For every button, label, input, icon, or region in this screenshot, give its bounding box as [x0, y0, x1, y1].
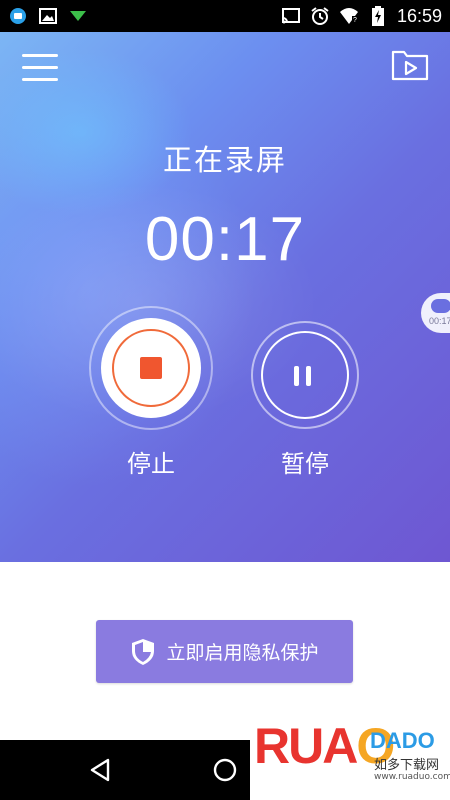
watermark-dado: DADO: [370, 728, 435, 753]
video-camera-icon: [431, 299, 450, 313]
shield-icon: [132, 638, 155, 665]
enable-privacy-label: 立即启用隐私保护: [166, 642, 319, 664]
recording-status-text: 正在录屏: [162, 143, 287, 177]
status-bar-notifications: [8, 6, 88, 26]
hamburger-menu-line: [22, 66, 58, 69]
pause-button[interactable]: [251, 321, 359, 429]
download-notification-icon: [68, 6, 88, 26]
hamburger-menu-line: [22, 78, 58, 81]
pause-icon: [294, 366, 299, 386]
status-bar: ? 16:59: [0, 0, 450, 32]
back-triangle-icon: [90, 758, 110, 782]
enable-privacy-button[interactable]: 立即启用隐私保护: [96, 620, 353, 683]
alarm-icon: [310, 6, 330, 26]
pause-label: 暂停: [281, 450, 329, 478]
image-notification-icon: [38, 6, 58, 26]
watermark-cn-text: 如多下载网: [374, 758, 440, 773]
recording-panel: 正在录屏 00:17 停止 暂停 00:17: [0, 32, 450, 562]
hamburger-menu-icon: [22, 54, 58, 57]
floating-widget-time: 00:17: [429, 316, 450, 326]
pause-icon-bar: [306, 366, 311, 386]
nav-back-button[interactable]: [86, 756, 114, 784]
svg-text:?: ?: [353, 17, 357, 24]
menu-button[interactable]: [22, 54, 58, 82]
video-folder-button[interactable]: [390, 46, 430, 82]
video-folder-icon: [391, 50, 429, 81]
pause-button-ring: [261, 331, 349, 419]
app-notification-icon: [8, 6, 28, 26]
stop-icon: [140, 357, 162, 379]
status-bar-system: ? 16:59: [281, 4, 442, 28]
stop-button[interactable]: [89, 306, 213, 430]
wifi-icon: ?: [339, 6, 359, 26]
nav-home-button[interactable]: [212, 757, 238, 783]
watermark-logo-r: RU: [254, 718, 324, 774]
stop-label: 停止: [127, 450, 175, 478]
floating-recorder-widget[interactable]: 00:17: [421, 293, 450, 333]
status-time: 16:59: [396, 6, 442, 26]
home-circle-icon: [213, 758, 237, 782]
site-watermark: RUAO DADO 如多下载网 www.ruaduo.com: [250, 716, 450, 800]
stop-button-face: [101, 318, 201, 418]
cast-icon: [281, 6, 301, 26]
watermark-logo-a: A: [322, 718, 358, 774]
battery-charging-icon: [368, 6, 388, 26]
recording-timer: 00:17: [144, 205, 306, 274]
watermark-url: www.ruaduo.com: [374, 772, 450, 782]
